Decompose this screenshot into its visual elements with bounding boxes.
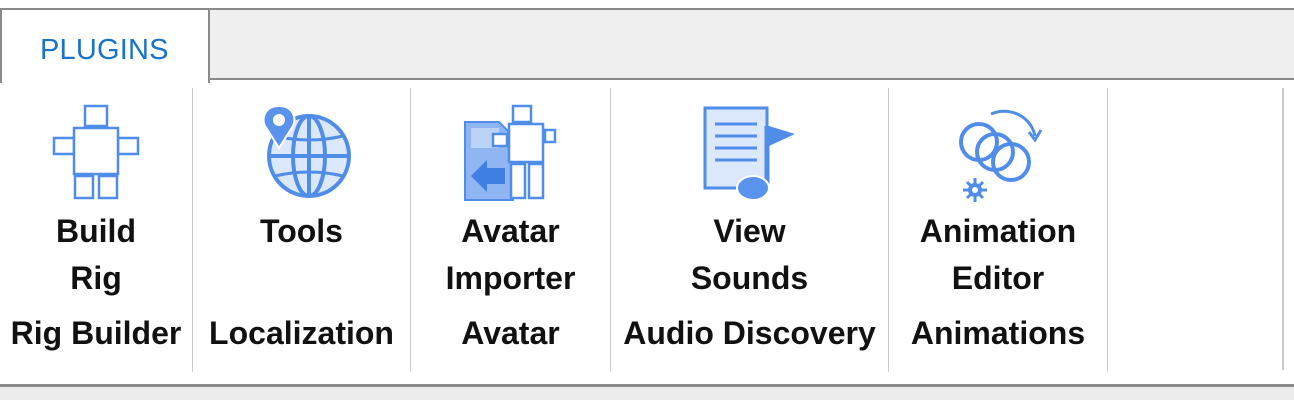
ribbon-right-divider (1282, 88, 1284, 370)
view-sounds-button-line2[interactable]: Sounds (611, 255, 888, 302)
tab-plugins[interactable]: PLUGINS (0, 8, 210, 83)
tab-plugins-label: PLUGINS (40, 34, 169, 66)
avatar-importer-button-line1[interactable]: Avatar (411, 208, 610, 255)
group-avatar: Avatar Importer Avatar (411, 88, 611, 372)
animation-editor-button-line2[interactable]: Editor (889, 255, 1107, 302)
group-localization: Tools Localization (193, 88, 411, 372)
tab-strip: PLUGINS (0, 0, 1294, 83)
tools-button[interactable]: Tools (193, 208, 410, 255)
avatar-importer-button-line2[interactable]: Importer (411, 255, 610, 302)
build-rig-button-line2[interactable]: Rig (0, 255, 192, 302)
animation-editor-button-line1[interactable]: Animation (889, 208, 1107, 255)
tab-strip-background (208, 8, 1294, 78)
category-audio-discovery: Audio Discovery (623, 315, 876, 351)
animation-rings-icon (951, 104, 1047, 204)
avatar-import-icon (461, 104, 557, 204)
category-avatar: Avatar (461, 315, 560, 351)
ribbon-panel: Build Rig Rig Builder Tools Localization (0, 80, 1294, 384)
group-audio-discovery: View Sounds Audio Discovery (611, 88, 889, 372)
group-animations: Animation Editor Animations (889, 88, 1108, 372)
category-rig-builder: Rig Builder (10, 315, 182, 351)
globe-pin-icon (257, 104, 353, 204)
rig-figure-icon (48, 104, 144, 204)
category-localization: Localization (209, 315, 394, 351)
group-rig-builder: Build Rig Rig Builder (0, 88, 193, 372)
build-rig-button-line1[interactable]: Build (0, 208, 192, 255)
category-animations: Animations (910, 315, 1086, 351)
view-sounds-button-line1[interactable]: View (611, 208, 888, 255)
ribbon-bottom-bar (0, 384, 1294, 400)
sound-document-icon (701, 104, 797, 204)
